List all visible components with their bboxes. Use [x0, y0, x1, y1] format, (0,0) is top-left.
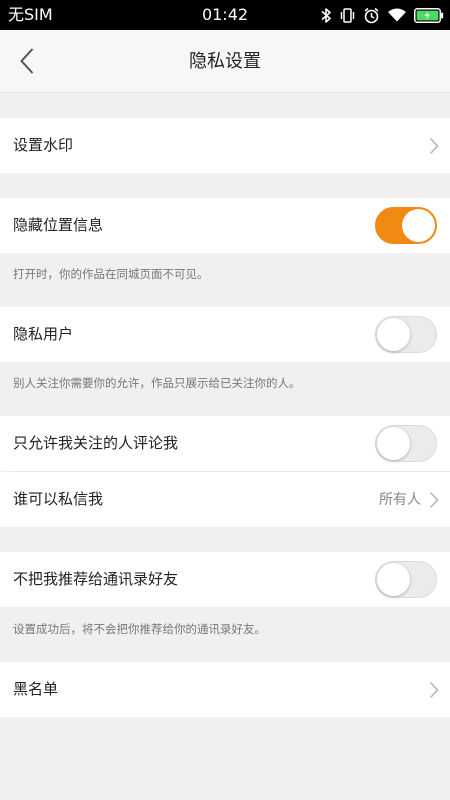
private-user-toggle[interactable]: [375, 316, 437, 353]
bluetooth-icon: [321, 7, 331, 23]
hide-location-hint: 打开时，你的作品在同城页面不可见。: [13, 267, 209, 281]
comment-only-following-label: 只允许我关注的人评论我: [13, 434, 179, 452]
watermark-label: 设置水印: [13, 136, 74, 154]
toggle-knob: [377, 563, 410, 596]
not-recommend-contacts-label: 不把我推荐给通讯录好友: [13, 570, 179, 588]
alarm-icon: [364, 7, 379, 23]
private-user-label: 隐私用户: [13, 325, 74, 343]
not-recommend-contacts-hint: 设置成功后，将不会把你推荐给你的通讯录好友。: [13, 622, 266, 636]
hide-location-row: 隐藏位置信息: [0, 198, 450, 253]
chevron-right-icon: [429, 137, 439, 155]
hide-location-toggle[interactable]: [375, 207, 437, 244]
comment-only-following-row: 只允许我关注的人评论我: [0, 416, 450, 471]
who-can-message-row[interactable]: 谁可以私信我 所有人: [0, 472, 450, 527]
blacklist-label: 黑名单: [13, 680, 59, 698]
hide-location-label: 隐藏位置信息: [13, 216, 104, 234]
wifi-icon: [388, 8, 406, 22]
comment-only-following-toggle[interactable]: [375, 425, 437, 462]
blacklist-row[interactable]: 黑名单: [0, 662, 450, 717]
who-can-message-value: 所有人: [379, 492, 421, 508]
not-recommend-contacts-row: 不把我推荐给通讯录好友: [0, 552, 450, 607]
toggle-knob: [377, 427, 410, 460]
private-user-row: 隐私用户: [0, 307, 450, 362]
toggle-knob: [402, 209, 435, 242]
battery-icon: [414, 7, 444, 23]
not-recommend-contacts-toggle[interactable]: [375, 561, 437, 598]
chevron-right-icon: [429, 681, 439, 699]
who-can-message-label: 谁可以私信我: [13, 490, 104, 508]
status-icons: [321, 5, 444, 25]
private-user-hint: 别人关注你需要你的允许，作品只展示给已关注你的人。: [13, 376, 301, 390]
navigation-bar: 隐私设置: [0, 30, 450, 93]
page-title: 隐私设置: [189, 51, 261, 72]
toggle-knob: [377, 318, 410, 351]
vibrate-icon: [340, 7, 355, 23]
watermark-row[interactable]: 设置水印: [0, 118, 450, 173]
status-bar: 无SIM 01:42: [0, 0, 450, 30]
chevron-right-icon: [429, 491, 439, 509]
